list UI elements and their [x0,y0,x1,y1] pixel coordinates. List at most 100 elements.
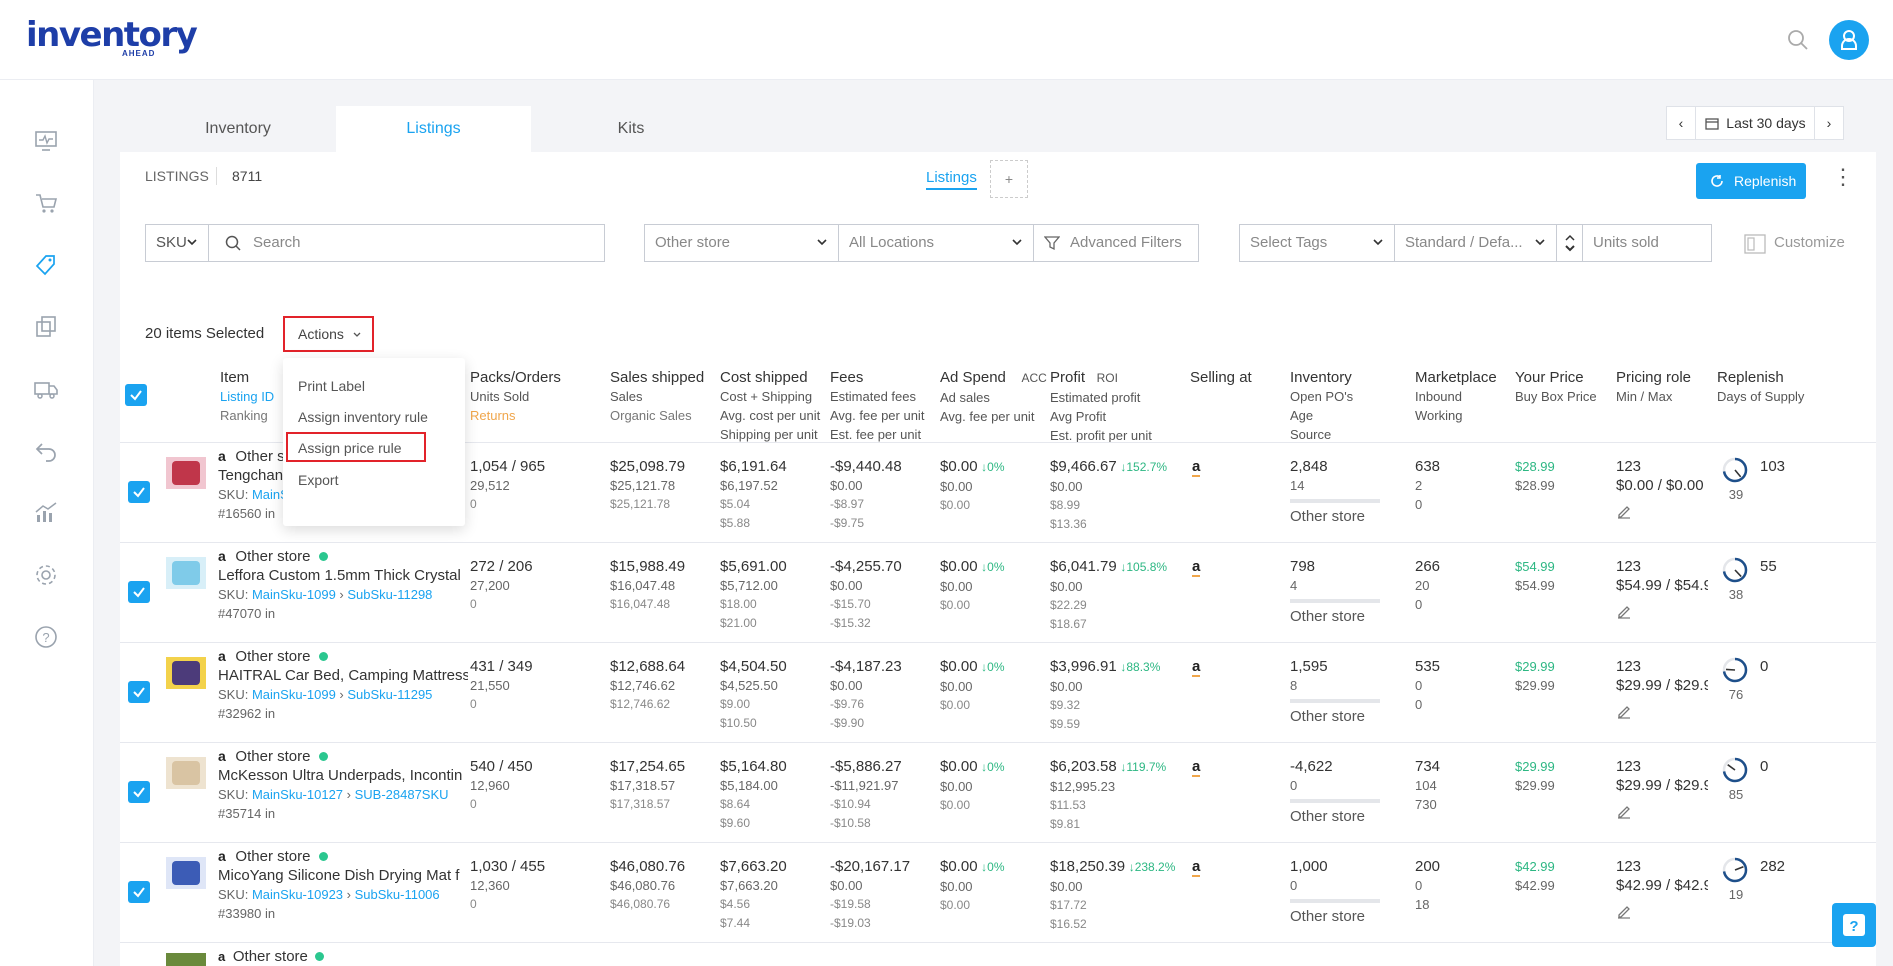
date-range-button[interactable]: Last 30 days [1695,106,1815,140]
min-max-price: $42.99 / $42.9 [1616,877,1708,894]
column-header-profit[interactable]: Profit ROI Estimated profit Avg Profit E… [1050,368,1152,445]
more-menu-icon[interactable]: ⋮ [1832,164,1854,190]
search-input[interactable]: Search [208,224,605,262]
column-header-item[interactable]: Item Listing ID Ranking [220,368,274,425]
your-price[interactable]: $54.99 [1515,557,1555,576]
edit-icon[interactable] [1616,703,1632,719]
edit-icon[interactable] [1616,603,1632,619]
your-price[interactable]: $28.99 [1515,457,1555,476]
edit-icon[interactable] [1616,803,1632,819]
store-select[interactable]: Other store [644,224,839,262]
table-row[interactable]: a Other store Leffora Custom 1.5mm Thick… [120,542,1876,642]
date-prev-button[interactable]: ‹ [1666,106,1696,140]
sku-sub-link[interactable]: SubSku-11006 [355,887,440,902]
column-header-selling-at[interactable]: Selling at [1190,368,1252,387]
column-header-replenish[interactable]: Replenish Days of Supply [1717,368,1804,406]
row-checkbox[interactable] [128,581,150,603]
table-row[interactable]: a Other store HAITRAL Car Bed, Camping M… [120,642,1876,742]
roi-percent: 119.7% [1126,760,1167,774]
amazon-icon[interactable]: a [1192,658,1201,677]
item-name[interactable]: MicoYang Silicone Dish Drying Mat f [218,866,468,885]
table-row[interactable]: a Other store McKesson Ultra Underpads, … [120,742,1876,842]
column-header-your-price[interactable]: Your Price Buy Box Price [1515,368,1597,406]
column-header-sales[interactable]: Sales shipped Sales Organic Sales [610,368,704,425]
edit-icon[interactable] [1616,503,1632,519]
dashboard-icon[interactable] [33,128,59,154]
sku-main-link[interactable]: MainSku-1099 [252,687,336,702]
item-name[interactable]: McKesson Ultra Underpads, Incontin [218,766,468,785]
help-circle-icon[interactable]: ? [33,624,59,650]
status-dot-icon [314,952,324,961]
item-name[interactable]: Leffora Custom 1.5mm Thick Crystal [218,566,468,585]
tab-inventory[interactable]: Inventory [178,106,298,152]
row-checkbox[interactable] [128,481,150,503]
amazon-icon[interactable]: a [1192,758,1201,777]
item-name[interactable]: HAITRAL Car Bed, Camping Mattress [218,666,468,685]
user-avatar[interactable] [1829,20,1869,60]
standard-select[interactable]: Standard / Defa... [1394,224,1557,262]
column-header-cost[interactable]: Cost shipped Cost + Shipping Avg. cost p… [720,368,820,444]
table-row[interactable]: a Other store MicoYang Silicone Dish Dry… [120,842,1876,942]
table-row[interactable]: a Other store [120,942,1876,966]
column-header-inventory[interactable]: Inventory Open PO's Age Source [1290,368,1353,444]
amazon-icon[interactable]: a [1192,558,1201,577]
app-logo[interactable]: inventory AHEAD [26,17,198,58]
column-header-packs[interactable]: Packs/Orders Units Sold Returns [470,368,561,425]
copy-icon[interactable] [33,314,59,340]
your-price[interactable]: $29.99 [1515,757,1555,776]
units-sold-input[interactable]: Units sold [1582,224,1712,262]
amazon-icon[interactable]: a [1192,858,1201,877]
search-icon[interactable] [1787,29,1809,51]
your-price[interactable]: $29.99 [1515,657,1555,676]
column-header-fees[interactable]: Fees Estimated fees Avg. fee per unit Es… [830,368,924,444]
menu-item-print-label[interactable]: Print Label [298,378,365,394]
column-header-marketplace[interactable]: Marketplace Inbound Working [1415,368,1497,425]
menu-item-export[interactable]: Export [298,472,338,488]
product-thumbnail[interactable] [164,451,208,495]
tag-icon[interactable] [33,252,59,278]
advanced-filters-button[interactable]: Advanced Filters [1033,224,1199,262]
product-thumbnail[interactable] [164,851,208,895]
customize-button[interactable]: Customize [1744,224,1845,262]
select-all-checkbox[interactable] [125,384,147,406]
view-tab-listings[interactable]: Listings [926,169,977,190]
product-thumbnail[interactable] [164,751,208,795]
analytics-icon[interactable] [33,500,59,526]
cart-icon[interactable] [33,190,59,216]
row-checkbox[interactable] [128,781,150,803]
row-checkbox[interactable] [128,881,150,903]
svg-text:?: ? [1849,918,1858,935]
settings-icon[interactable] [33,562,59,588]
truck-icon[interactable] [33,376,59,402]
your-price[interactable]: $42.99 [1515,857,1555,876]
tags-select[interactable]: Select Tags [1239,224,1395,262]
column-header-pricing-role[interactable]: Pricing role Min / Max [1616,368,1691,406]
menu-item-assign-inventory-rule[interactable]: Assign inventory rule [298,409,428,425]
date-next-button[interactable]: › [1814,106,1844,140]
help-chat-button[interactable]: ? [1832,903,1876,947]
sku-sub-link[interactable]: SubSku-11295 [347,687,432,702]
menu-item-assign-price-rule[interactable]: Assign price rule [298,440,402,456]
sku-main-link[interactable]: MainSku-10923 [252,887,343,902]
add-view-button[interactable]: + [990,160,1028,198]
sku-select[interactable]: SKU [145,224,209,262]
column-header-ad-spend[interactable]: Ad Spend ACC Ad sales Avg. fee per unit [940,368,1047,426]
sku-sub-link[interactable]: SubSku-11298 [347,587,432,602]
location-select[interactable]: All Locations [838,224,1034,262]
product-thumbnail[interactable] [164,551,208,595]
product-thumbnail[interactable] [164,951,208,966]
product-thumbnail[interactable] [164,651,208,695]
amazon-icon[interactable]: a [1192,458,1201,477]
row-checkbox[interactable] [128,681,150,703]
sort-stepper[interactable] [1556,224,1583,262]
sku-main-link[interactable]: MainSku-1099 [252,587,336,602]
header-label: Packs/Orders [470,369,561,386]
tab-listings[interactable]: Listings [336,106,531,152]
actions-button[interactable]: Actions [283,316,374,352]
edit-icon[interactable] [1616,903,1632,919]
sku-sub-link[interactable]: SUB-28487SKU [355,787,449,802]
tab-kits[interactable]: Kits [561,106,701,152]
replenish-button[interactable]: Replenish [1696,163,1806,199]
sku-main-link[interactable]: MainSku-10127 [252,787,343,802]
return-icon[interactable] [33,438,59,464]
